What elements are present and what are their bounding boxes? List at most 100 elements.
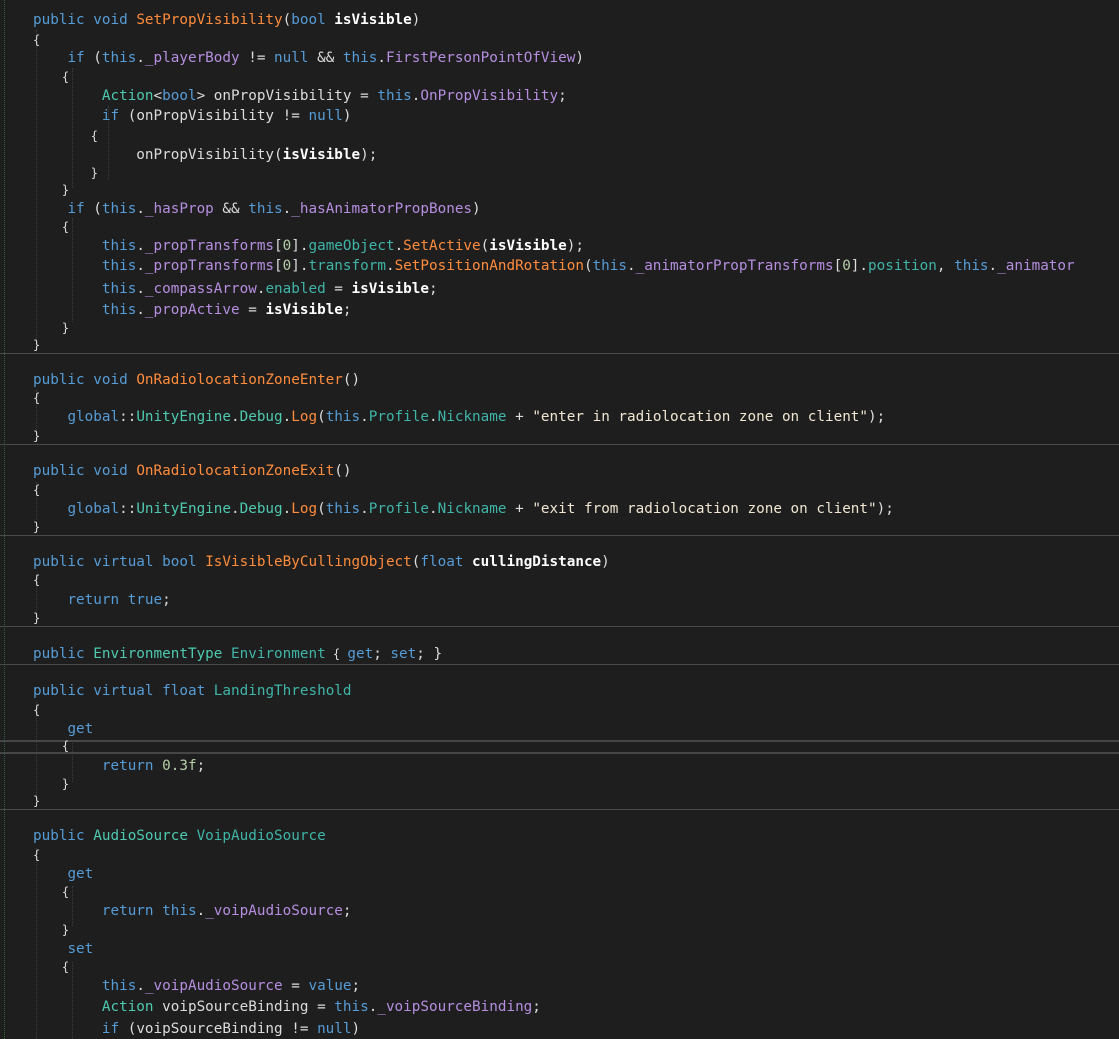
keyword-token: this bbox=[954, 258, 989, 274]
property-token: LandingThreshold bbox=[213, 683, 352, 699]
punct-token: . bbox=[136, 302, 145, 318]
method-token: IsVisibleByCullingObject bbox=[205, 554, 412, 570]
keyword-token: this bbox=[101, 978, 137, 994]
keyword-token: this bbox=[325, 501, 361, 517]
method-separator bbox=[0, 353, 1119, 354]
code-editor[interactable]: public void SetPropVisibility(bool isVis… bbox=[0, 0, 1119, 1039]
punct-token: . bbox=[394, 238, 404, 254]
local-token: onPropVisibility bbox=[136, 147, 275, 163]
keyword-token: this bbox=[248, 201, 283, 217]
code-line: } bbox=[33, 608, 40, 628]
punct-token: { bbox=[325, 647, 348, 661]
code-line: { bbox=[33, 217, 69, 237]
punct-token: } bbox=[33, 166, 99, 180]
field-token: OnPropVisibility bbox=[420, 88, 559, 104]
keyword-token: public bbox=[33, 372, 85, 388]
type-token: UnityEngine bbox=[136, 501, 231, 517]
punct-token: { bbox=[33, 848, 41, 862]
keyword-token: this bbox=[101, 238, 137, 254]
punct-token: . bbox=[360, 501, 369, 517]
punct-token: ( bbox=[84, 201, 102, 217]
keyword-token: if bbox=[67, 201, 85, 217]
code-line: public void OnRadiolocationZoneEnter() bbox=[33, 370, 360, 390]
code-line: public virtual float LandingThreshold bbox=[33, 681, 352, 701]
keyword-token: this bbox=[377, 88, 412, 104]
keyword-token: float bbox=[420, 554, 464, 570]
punct-token bbox=[119, 592, 128, 608]
punct-token: ]. bbox=[850, 258, 869, 274]
punct-token: ( bbox=[119, 1021, 137, 1037]
punct-token: != bbox=[274, 108, 309, 124]
punct-token: . bbox=[196, 903, 206, 919]
code-line: { bbox=[33, 67, 69, 87]
punct-token bbox=[85, 372, 94, 388]
punct-token bbox=[33, 866, 67, 882]
punct-token bbox=[85, 683, 94, 699]
punct-token: [ bbox=[274, 258, 283, 274]
punct-token bbox=[33, 1021, 102, 1037]
code-line: if (voipSourceBinding != null) bbox=[33, 1019, 360, 1039]
punct-token bbox=[85, 646, 94, 662]
code-line: if (this._playerBody != null && this.Fir… bbox=[33, 48, 584, 68]
punct-token: { bbox=[33, 573, 41, 587]
keyword-token: void bbox=[93, 463, 128, 479]
keyword-token: public bbox=[33, 646, 85, 662]
field-token: _hasProp bbox=[144, 201, 214, 217]
punct-token bbox=[33, 108, 102, 124]
punct-token: :: bbox=[119, 501, 137, 517]
code-line: { bbox=[33, 957, 69, 977]
keyword-token: public bbox=[33, 12, 85, 28]
method-token: OnRadiolocationZoneExit bbox=[136, 463, 335, 479]
punct-token: { bbox=[33, 220, 70, 234]
punct-token: && bbox=[308, 50, 343, 66]
keyword-token: global bbox=[67, 501, 120, 517]
field-token: _hasAnimatorPropBones bbox=[291, 201, 473, 217]
punct-token bbox=[33, 999, 102, 1015]
code-line: return true; bbox=[33, 590, 170, 610]
punct-token: . bbox=[136, 238, 145, 254]
punct-token bbox=[33, 258, 102, 274]
punct-token: :: bbox=[119, 409, 137, 425]
punct-token: ( bbox=[317, 501, 326, 517]
punct-token: ) bbox=[601, 554, 610, 570]
local-token: onPropVisibility bbox=[213, 88, 352, 104]
punct-token: + bbox=[506, 409, 533, 425]
punct-token bbox=[85, 828, 94, 844]
punct-token: . bbox=[136, 50, 145, 66]
punct-token: != bbox=[239, 50, 275, 66]
keyword-token: true bbox=[127, 592, 163, 608]
code-line: get bbox=[33, 864, 93, 884]
code-line: this._compassArrow.enabled = isVisible; bbox=[33, 279, 438, 299]
code-line: { bbox=[33, 126, 98, 146]
keyword-token: this bbox=[592, 258, 627, 274]
keyword-token: bool bbox=[162, 554, 197, 570]
punct-token: ; bbox=[429, 281, 438, 297]
keyword-token: float bbox=[162, 683, 206, 699]
method-token: SetPropVisibility bbox=[136, 12, 283, 28]
param-token: cullingDistance bbox=[472, 554, 602, 570]
property-token: transform bbox=[308, 258, 386, 274]
punct-token: } bbox=[33, 429, 41, 443]
punct-token: > bbox=[196, 88, 214, 104]
punct-token: } bbox=[33, 183, 70, 197]
param-token: isVisible bbox=[489, 238, 567, 254]
punct-token: . bbox=[282, 501, 292, 517]
code-line: this._propTransforms[0].gameObject.SetAc… bbox=[33, 236, 584, 256]
string-token: "enter in radiolocation zone on client" bbox=[532, 409, 869, 425]
punct-token: . bbox=[136, 258, 145, 274]
keyword-token: this bbox=[101, 281, 137, 297]
punct-token: ( bbox=[282, 12, 292, 28]
property-token: Profile bbox=[368, 501, 430, 517]
punct-token: . bbox=[231, 501, 240, 517]
keyword-token: public bbox=[33, 463, 85, 479]
punct-token: { bbox=[33, 885, 70, 899]
keyword-token: virtual bbox=[93, 554, 154, 570]
punct-token: . bbox=[429, 409, 438, 425]
string-token: "exit from radiolocation zone on client" bbox=[532, 501, 877, 517]
punct-token: = bbox=[308, 999, 335, 1015]
code-line: this._propTransforms[0].transform.SetPos… bbox=[33, 256, 1075, 276]
field-token: _voipAudioSource bbox=[144, 978, 283, 994]
code-line: public EnvironmentType Environment { get… bbox=[33, 644, 442, 664]
code-line: { bbox=[33, 480, 40, 500]
punct-token: { bbox=[33, 483, 41, 497]
